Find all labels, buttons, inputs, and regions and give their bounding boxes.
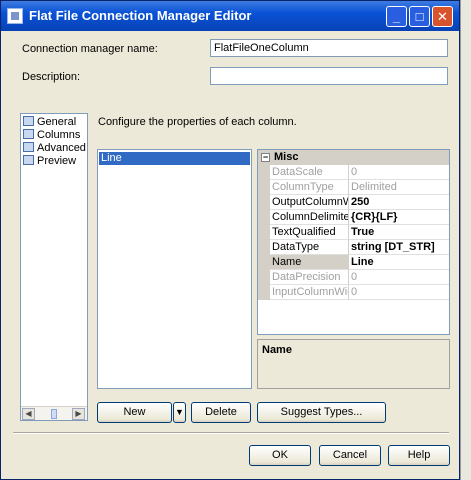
preview-icon: [23, 155, 34, 165]
cancel-button-label: Cancel: [332, 449, 368, 461]
delete-button[interactable]: Delete: [191, 402, 251, 423]
new-dropdown-button[interactable]: ▼: [173, 402, 186, 423]
list-item[interactable]: Line: [99, 152, 250, 165]
nav-item-label: General: [37, 116, 77, 128]
connection-name-label: Connection manager name:: [22, 43, 158, 55]
nav-item-preview[interactable]: Preview: [23, 155, 76, 168]
row-margin: [258, 180, 270, 195]
delete-button-label: Delete: [205, 406, 237, 418]
property-value: 0: [349, 285, 449, 300]
nav-item-label: Columns: [37, 129, 81, 141]
property-name: OutputColumnWid: [270, 195, 349, 210]
property-row[interactable]: OutputColumnWid 250: [258, 195, 449, 210]
description-title: Name: [262, 344, 292, 356]
nav-item-general[interactable]: General: [23, 116, 76, 129]
chevron-down-icon: ▼: [175, 407, 184, 417]
background-window-edge: [460, 0, 471, 480]
property-value[interactable]: 250: [349, 195, 449, 210]
property-value: 0: [349, 270, 449, 285]
nav-item-label: Preview: [37, 155, 77, 167]
help-button-label: Help: [407, 449, 431, 461]
property-row[interactable]: DataPrecision 0: [258, 270, 449, 285]
property-row[interactable]: TextQualified True: [258, 225, 449, 240]
row-margin: [258, 195, 270, 210]
app-icon: [7, 8, 23, 24]
ok-button-label: OK: [272, 449, 288, 461]
scroll-thumb[interactable]: [51, 409, 57, 419]
property-name: InputColumnWidth: [270, 285, 349, 300]
property-category-header[interactable]: − Misc: [258, 150, 449, 165]
close-button[interactable]: ✕: [432, 6, 453, 27]
window-title: Flat File Connection Manager Editor: [29, 8, 252, 23]
property-value: Delimited: [349, 180, 449, 195]
property-row[interactable]: InputColumnWidth 0: [258, 285, 449, 300]
dialog-window: Flat File Connection Manager Editor _ □ …: [0, 0, 460, 480]
scroll-right-icon[interactable]: ▶: [72, 408, 85, 420]
instructions-text: Configure the properties of each column.: [98, 116, 297, 128]
nav-horizontal-scrollbar[interactable]: ◀ ▶: [21, 406, 87, 420]
new-button-label: New: [123, 406, 146, 418]
property-grid: − Misc DataScale 0 ColumnType Delimited …: [257, 149, 450, 335]
maximize-button[interactable]: □: [409, 6, 430, 27]
property-value[interactable]: string [DT_STR]: [349, 240, 449, 255]
collapse-icon[interactable]: −: [261, 153, 270, 162]
property-row[interactable]: DataType string [DT_STR]: [258, 240, 449, 255]
scroll-left-icon[interactable]: ◀: [22, 408, 35, 420]
property-row[interactable]: DataScale 0: [258, 165, 449, 180]
nav-item-label: Advanced: [37, 142, 86, 154]
advanced-icon: [23, 142, 34, 152]
general-icon: [23, 116, 34, 126]
cancel-button[interactable]: Cancel: [319, 445, 381, 466]
category-label: Misc: [274, 151, 299, 163]
property-name: Name: [270, 255, 349, 270]
property-name: ColumnDelimiter: [270, 210, 349, 225]
columns-list[interactable]: Line: [97, 149, 252, 389]
row-margin: [258, 285, 270, 300]
description-label: Description:: [22, 71, 81, 83]
minimize-button[interactable]: _: [386, 6, 407, 27]
title-bar[interactable]: Flat File Connection Manager Editor _ □ …: [1, 1, 459, 31]
divider: [13, 432, 449, 434]
property-name: TextQualified: [270, 225, 349, 240]
help-button[interactable]: Help: [388, 445, 450, 466]
suggest-types-button-label: Suggest Types...: [280, 406, 363, 418]
row-margin: [258, 270, 270, 285]
row-margin: [258, 210, 270, 225]
row-margin: [258, 255, 270, 270]
new-button[interactable]: New: [97, 402, 172, 423]
property-row[interactable]: ColumnDelimiter {CR}{LF}: [258, 210, 449, 225]
property-value[interactable]: Line: [349, 255, 449, 270]
property-description-pane: Name: [257, 339, 450, 389]
description-input[interactable]: [210, 67, 448, 85]
property-value[interactable]: True: [349, 225, 449, 240]
property-value: 0: [349, 165, 449, 180]
connection-name-input[interactable]: FlatFileOneColumn: [210, 39, 448, 57]
ok-button[interactable]: OK: [249, 445, 311, 466]
property-name: DataScale: [270, 165, 349, 180]
property-row-selected[interactable]: Name Line: [258, 255, 449, 270]
nav-item-columns[interactable]: Columns: [23, 129, 80, 142]
page-nav-list: General Columns Advanced Preview ◀ ▶: [20, 113, 88, 421]
row-margin: [258, 225, 270, 240]
property-name: ColumnType: [270, 180, 349, 195]
nav-item-advanced[interactable]: Advanced: [23, 142, 86, 155]
suggest-types-button[interactable]: Suggest Types...: [257, 402, 386, 423]
property-name: DataPrecision: [270, 270, 349, 285]
columns-icon: [23, 129, 34, 139]
property-value[interactable]: {CR}{LF}: [349, 210, 449, 225]
row-margin: [258, 240, 270, 255]
row-margin: [258, 165, 270, 180]
property-name: DataType: [270, 240, 349, 255]
property-row[interactable]: ColumnType Delimited: [258, 180, 449, 195]
